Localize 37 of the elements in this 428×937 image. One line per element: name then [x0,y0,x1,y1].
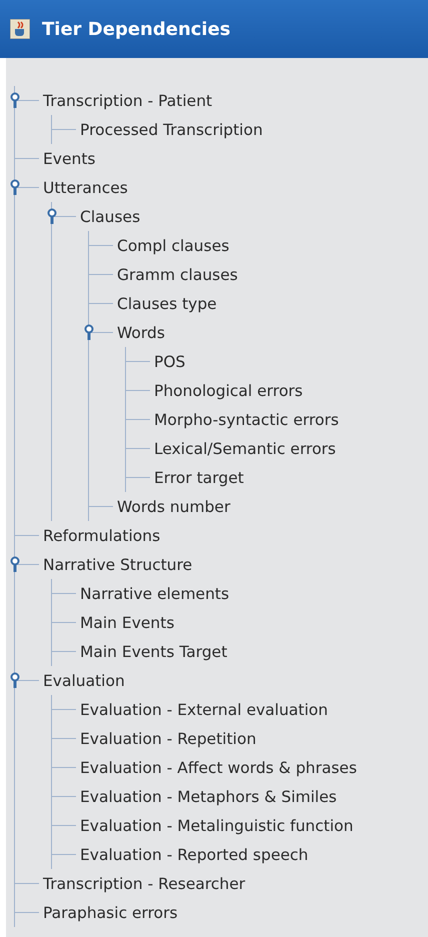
tree-item[interactable]: Events [39,150,96,168]
tree-item[interactable]: Compl clauses [113,236,230,254]
window-title: Tier Dependencies [42,18,231,40]
tree-item[interactable]: Evaluation - Affect words & phrases [76,758,357,776]
tree-item[interactable]: Narrative Structure [39,556,192,574]
tree-item[interactable]: Processed Transcription [76,120,263,138]
tree-item[interactable]: Phonological errors [150,382,303,400]
tree-item[interactable]: Clauses type [113,294,217,312]
tree-item[interactable]: Transcription - Patient [39,92,212,110]
tree-item[interactable]: Evaluation [39,672,125,690]
tree-item[interactable]: Main Events Target [76,642,228,660]
tree-item[interactable]: Evaluation - Metaphors & Similes [76,788,337,806]
expand-toggle[interactable] [84,324,94,341]
expand-toggle[interactable] [10,92,20,109]
tree-item[interactable]: Utterances [39,178,128,196]
expand-toggle[interactable] [10,556,20,573]
tree-item[interactable]: Evaluation - Repetition [76,730,256,748]
tree-item[interactable]: Words [113,324,165,342]
tree-item[interactable]: Reformulations [39,526,160,544]
tree-item[interactable]: Transcription - Researcher [39,874,246,892]
tree-item[interactable]: POS [150,352,186,370]
tree-item[interactable]: Error target [150,468,244,486]
tree-item[interactable]: Gramm clauses [113,266,238,284]
tree-item[interactable]: Words number [113,498,230,516]
tree-item[interactable]: Narrative elements [76,584,230,602]
tree-item[interactable]: Paraphasic errors [39,904,178,922]
expand-toggle[interactable] [10,179,20,196]
cup-icon [10,19,30,39]
tree-item[interactable]: Lexical/Semantic errors [150,440,336,458]
tree-item[interactable]: Evaluation - Reported speech [76,846,308,864]
tree-item[interactable]: Clauses [76,208,140,226]
expand-toggle[interactable] [47,208,57,225]
expand-toggle[interactable] [10,672,20,689]
tree-item[interactable]: Main Events [76,614,174,632]
tree-item[interactable]: Evaluation - Metalinguistic function [76,816,354,834]
tree-item[interactable]: Evaluation - External evaluation [76,700,328,718]
tree-item[interactable]: Morpho-syntactic errors [150,410,339,428]
